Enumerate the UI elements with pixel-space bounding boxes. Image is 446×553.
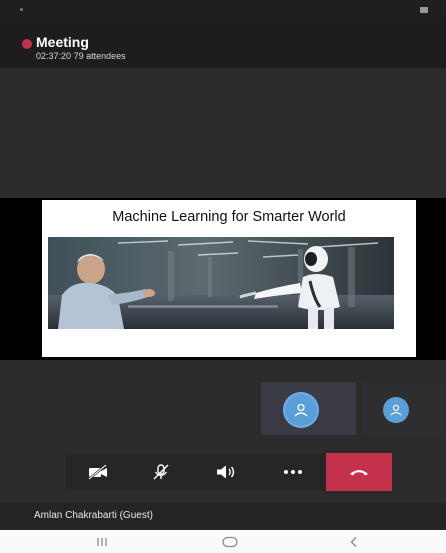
system-navigation-bar [0,530,446,553]
video-off-icon [87,464,107,480]
attendee-count: 79 attendees [73,51,126,61]
slide-photo [48,237,394,329]
mic-off-icon [153,464,169,480]
participant-tile[interactable] [363,382,446,435]
participant-tile[interactable] [261,382,356,435]
recents-icon [97,537,107,546]
microphone-toggle-button[interactable] [129,453,193,491]
meeting-header[interactable]: Meeting 02:37:20 79 attendees [0,22,446,68]
recents-button[interactable] [82,530,122,553]
call-controls [66,453,392,491]
more-options-button[interactable] [259,453,326,491]
person-icon [294,403,308,417]
hang-up-button[interactable] [326,453,392,491]
person-icon [390,404,402,416]
avatar [383,397,409,423]
more-icon [283,470,302,474]
camera-toggle-button[interactable] [66,453,129,491]
hang-up-icon [350,470,368,476]
battery-icon [420,7,428,13]
speaker-button[interactable] [193,453,259,491]
notification-dot-icon [20,8,23,11]
meeting-screen: Meeting 02:37:20 79 attendees Machine Le… [0,0,446,553]
participant-name: Amlan Chakrabarti (Guest) [34,510,153,521]
participant-name-bar: Amlan Chakrabarti (Guest) [0,503,446,530]
meeting-meta: 02:37:20 79 attendees [36,51,126,61]
status-bar [0,0,446,22]
presentation-slide: Machine Learning for Smarter World [42,200,416,357]
slide-title: Machine Learning for Smarter World [112,209,346,225]
back-button[interactable] [334,530,374,553]
avatar [285,394,317,426]
elapsed-time: 02:37:20 [36,51,72,61]
recording-icon [22,39,32,49]
meeting-title: Meeting [36,34,89,50]
home-button[interactable] [210,530,250,553]
back-icon [350,536,357,547]
home-icon [222,536,238,547]
speaker-icon [217,465,235,479]
